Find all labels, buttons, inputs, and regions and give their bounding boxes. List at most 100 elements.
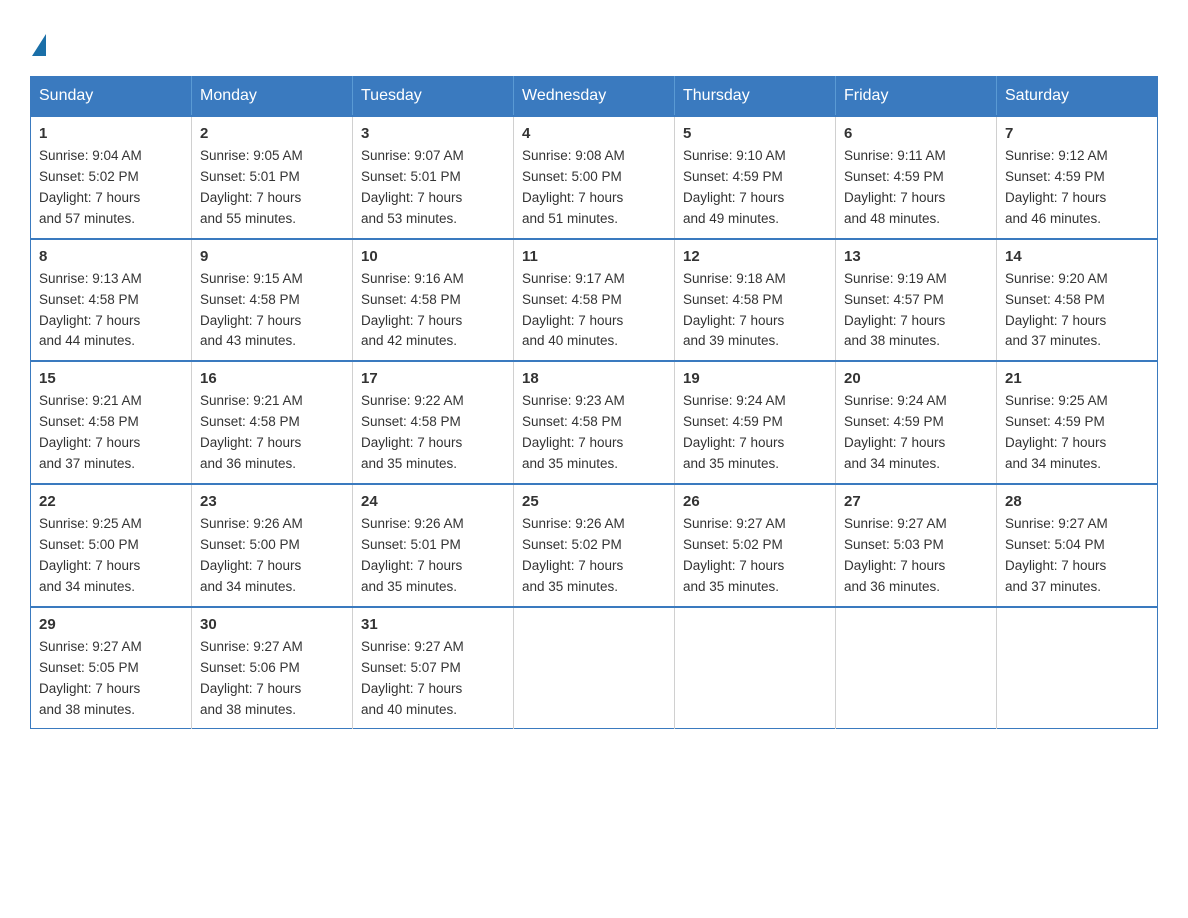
weekday-header-monday: Monday bbox=[192, 77, 353, 117]
sunrise-label: Sunrise: 9:25 AM bbox=[1005, 393, 1108, 408]
sunrise-label: Sunrise: 9:05 AM bbox=[200, 148, 303, 163]
calendar-cell bbox=[514, 607, 675, 729]
day-number: 19 bbox=[683, 370, 827, 387]
sunset-label: Sunset: 4:59 PM bbox=[1005, 414, 1105, 429]
calendar-week-row: 8 Sunrise: 9:13 AM Sunset: 4:58 PM Dayli… bbox=[31, 239, 1158, 362]
sunset-label: Sunset: 4:58 PM bbox=[39, 414, 139, 429]
sunset-label: Sunset: 5:01 PM bbox=[361, 169, 461, 184]
sunset-label: Sunset: 5:00 PM bbox=[522, 169, 622, 184]
calendar-table: SundayMondayTuesdayWednesdayThursdayFrid… bbox=[30, 76, 1158, 729]
daylight-minutes: and 36 minutes. bbox=[844, 579, 940, 594]
day-number: 27 bbox=[844, 493, 988, 510]
daylight-minutes: and 34 minutes. bbox=[39, 579, 135, 594]
sunset-label: Sunset: 4:58 PM bbox=[361, 292, 461, 307]
calendar-cell: 20 Sunrise: 9:24 AM Sunset: 4:59 PM Dayl… bbox=[836, 361, 997, 484]
sunrise-label: Sunrise: 9:27 AM bbox=[200, 639, 303, 654]
daylight-label: Daylight: 7 hours bbox=[1005, 558, 1106, 573]
daylight-minutes: and 37 minutes. bbox=[1005, 333, 1101, 348]
daylight-minutes: and 34 minutes. bbox=[200, 579, 296, 594]
day-number: 16 bbox=[200, 370, 344, 387]
calendar-cell: 19 Sunrise: 9:24 AM Sunset: 4:59 PM Dayl… bbox=[675, 361, 836, 484]
daylight-minutes: and 34 minutes. bbox=[1005, 456, 1101, 471]
daylight-label: Daylight: 7 hours bbox=[39, 681, 140, 696]
sunrise-label: Sunrise: 9:21 AM bbox=[200, 393, 303, 408]
calendar-cell: 4 Sunrise: 9:08 AM Sunset: 5:00 PM Dayli… bbox=[514, 116, 675, 239]
sunset-label: Sunset: 4:58 PM bbox=[683, 292, 783, 307]
sunrise-label: Sunrise: 9:21 AM bbox=[39, 393, 142, 408]
day-number: 11 bbox=[522, 248, 666, 265]
daylight-label: Daylight: 7 hours bbox=[522, 190, 623, 205]
sunrise-label: Sunrise: 9:27 AM bbox=[683, 516, 786, 531]
daylight-minutes: and 57 minutes. bbox=[39, 211, 135, 226]
day-info: Sunrise: 9:25 AM Sunset: 4:59 PM Dayligh… bbox=[1005, 391, 1149, 475]
sunrise-label: Sunrise: 9:16 AM bbox=[361, 271, 464, 286]
daylight-minutes: and 38 minutes. bbox=[39, 702, 135, 717]
day-number: 28 bbox=[1005, 493, 1149, 510]
sunset-label: Sunset: 5:01 PM bbox=[200, 169, 300, 184]
daylight-label: Daylight: 7 hours bbox=[1005, 190, 1106, 205]
daylight-minutes: and 46 minutes. bbox=[1005, 211, 1101, 226]
day-number: 6 bbox=[844, 125, 988, 142]
calendar-cell: 27 Sunrise: 9:27 AM Sunset: 5:03 PM Dayl… bbox=[836, 484, 997, 607]
sunset-label: Sunset: 5:07 PM bbox=[361, 660, 461, 675]
day-info: Sunrise: 9:21 AM Sunset: 4:58 PM Dayligh… bbox=[39, 391, 183, 475]
daylight-label: Daylight: 7 hours bbox=[522, 313, 623, 328]
sunset-label: Sunset: 4:58 PM bbox=[1005, 292, 1105, 307]
day-info: Sunrise: 9:26 AM Sunset: 5:01 PM Dayligh… bbox=[361, 514, 505, 598]
sunrise-label: Sunrise: 9:26 AM bbox=[361, 516, 464, 531]
sunrise-label: Sunrise: 9:27 AM bbox=[1005, 516, 1108, 531]
calendar-cell: 30 Sunrise: 9:27 AM Sunset: 5:06 PM Dayl… bbox=[192, 607, 353, 729]
daylight-label: Daylight: 7 hours bbox=[683, 190, 784, 205]
sunrise-label: Sunrise: 9:15 AM bbox=[200, 271, 303, 286]
daylight-minutes: and 49 minutes. bbox=[683, 211, 779, 226]
sunset-label: Sunset: 5:04 PM bbox=[1005, 537, 1105, 552]
sunrise-label: Sunrise: 9:23 AM bbox=[522, 393, 625, 408]
sunset-label: Sunset: 4:59 PM bbox=[1005, 169, 1105, 184]
daylight-label: Daylight: 7 hours bbox=[522, 435, 623, 450]
daylight-minutes: and 35 minutes. bbox=[522, 579, 618, 594]
day-number: 3 bbox=[361, 125, 505, 142]
logo bbox=[30, 30, 46, 56]
day-number: 15 bbox=[39, 370, 183, 387]
day-info: Sunrise: 9:20 AM Sunset: 4:58 PM Dayligh… bbox=[1005, 269, 1149, 353]
sunset-label: Sunset: 4:58 PM bbox=[522, 292, 622, 307]
calendar-cell: 26 Sunrise: 9:27 AM Sunset: 5:02 PM Dayl… bbox=[675, 484, 836, 607]
day-info: Sunrise: 9:27 AM Sunset: 5:05 PM Dayligh… bbox=[39, 637, 183, 721]
calendar-cell: 9 Sunrise: 9:15 AM Sunset: 4:58 PM Dayli… bbox=[192, 239, 353, 362]
weekday-header-sunday: Sunday bbox=[31, 77, 192, 117]
day-number: 20 bbox=[844, 370, 988, 387]
daylight-label: Daylight: 7 hours bbox=[844, 313, 945, 328]
daylight-minutes: and 35 minutes. bbox=[522, 456, 618, 471]
calendar-cell bbox=[836, 607, 997, 729]
day-info: Sunrise: 9:27 AM Sunset: 5:02 PM Dayligh… bbox=[683, 514, 827, 598]
calendar-cell: 11 Sunrise: 9:17 AM Sunset: 4:58 PM Dayl… bbox=[514, 239, 675, 362]
sunrise-label: Sunrise: 9:27 AM bbox=[39, 639, 142, 654]
day-number: 14 bbox=[1005, 248, 1149, 265]
calendar-cell: 13 Sunrise: 9:19 AM Sunset: 4:57 PM Dayl… bbox=[836, 239, 997, 362]
day-number: 23 bbox=[200, 493, 344, 510]
daylight-minutes: and 34 minutes. bbox=[844, 456, 940, 471]
day-number: 9 bbox=[200, 248, 344, 265]
day-number: 30 bbox=[200, 616, 344, 633]
sunset-label: Sunset: 5:02 PM bbox=[39, 169, 139, 184]
day-info: Sunrise: 9:10 AM Sunset: 4:59 PM Dayligh… bbox=[683, 146, 827, 230]
day-info: Sunrise: 9:26 AM Sunset: 5:00 PM Dayligh… bbox=[200, 514, 344, 598]
sunrise-label: Sunrise: 9:22 AM bbox=[361, 393, 464, 408]
sunrise-label: Sunrise: 9:07 AM bbox=[361, 148, 464, 163]
daylight-label: Daylight: 7 hours bbox=[844, 190, 945, 205]
daylight-minutes: and 40 minutes. bbox=[361, 702, 457, 717]
day-info: Sunrise: 9:11 AM Sunset: 4:59 PM Dayligh… bbox=[844, 146, 988, 230]
daylight-label: Daylight: 7 hours bbox=[361, 435, 462, 450]
daylight-label: Daylight: 7 hours bbox=[39, 558, 140, 573]
sunset-label: Sunset: 4:58 PM bbox=[200, 292, 300, 307]
sunrise-label: Sunrise: 9:27 AM bbox=[844, 516, 947, 531]
calendar-cell: 25 Sunrise: 9:26 AM Sunset: 5:02 PM Dayl… bbox=[514, 484, 675, 607]
day-info: Sunrise: 9:15 AM Sunset: 4:58 PM Dayligh… bbox=[200, 269, 344, 353]
sunset-label: Sunset: 5:00 PM bbox=[200, 537, 300, 552]
day-info: Sunrise: 9:21 AM Sunset: 4:58 PM Dayligh… bbox=[200, 391, 344, 475]
calendar-cell bbox=[675, 607, 836, 729]
day-info: Sunrise: 9:13 AM Sunset: 4:58 PM Dayligh… bbox=[39, 269, 183, 353]
daylight-minutes: and 40 minutes. bbox=[522, 333, 618, 348]
day-number: 13 bbox=[844, 248, 988, 265]
day-info: Sunrise: 9:27 AM Sunset: 5:06 PM Dayligh… bbox=[200, 637, 344, 721]
